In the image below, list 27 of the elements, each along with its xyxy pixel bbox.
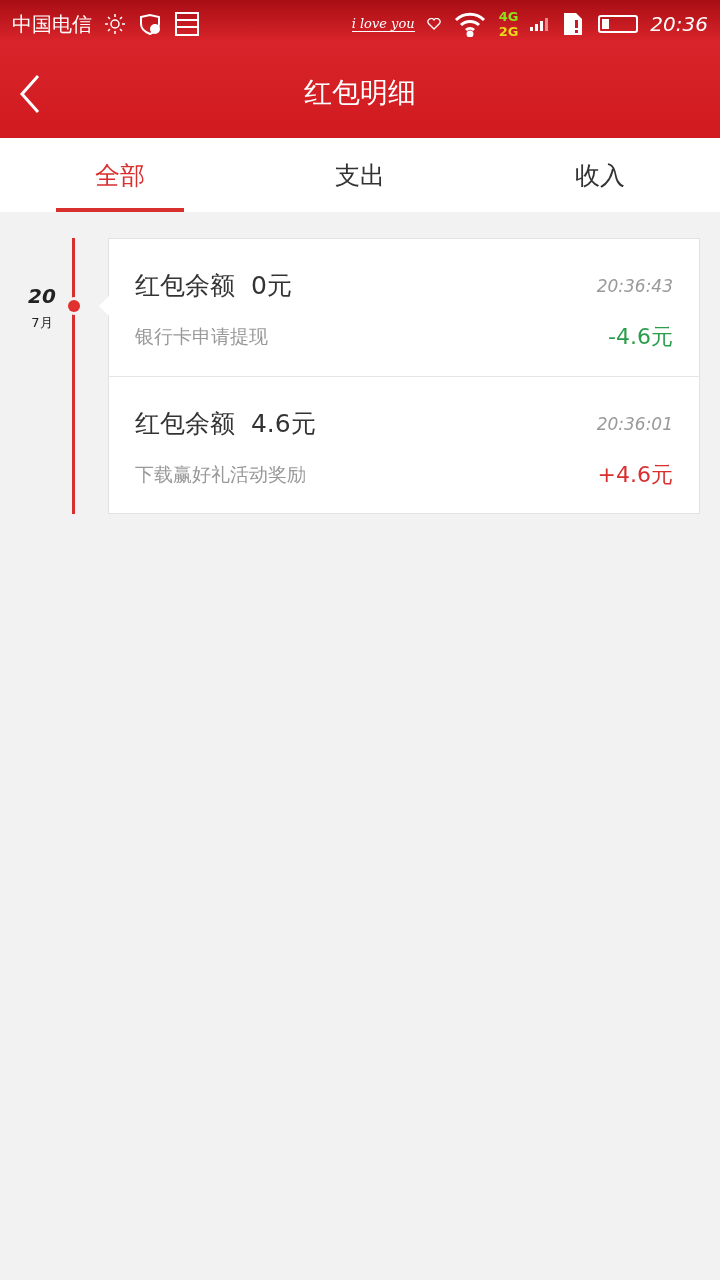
shield-icon	[138, 13, 162, 35]
record-amount: +4.6元	[597, 461, 673, 489]
page-title: 红包明细	[304, 75, 416, 111]
heart-icon	[426, 18, 441, 30]
record-amount: -4.6元	[608, 323, 673, 351]
network-type: 2G	[498, 24, 519, 39]
battery-icon	[598, 15, 639, 33]
filter-tab[interactable]: 收入	[480, 138, 720, 212]
record-description: 下载赢好礼活动奖励	[135, 462, 306, 487]
filter-tab[interactable]: 全部	[0, 138, 240, 212]
record-description: 银行卡申请提现	[135, 324, 268, 349]
timeline-dot	[68, 300, 80, 312]
carrier-name: 中国电信	[12, 10, 92, 38]
signal-icon	[530, 17, 551, 31]
record-time: 20:36:43	[596, 275, 673, 296]
filter-tab[interactable]: 支出	[240, 138, 480, 212]
clock-time: 20:36	[650, 12, 708, 36]
network-type: 4G	[498, 9, 519, 24]
server-icon	[174, 11, 200, 37]
day-number: 20	[28, 284, 56, 308]
sun-icon	[104, 13, 126, 35]
wifi-icon	[452, 11, 487, 37]
month-label: 7月	[31, 314, 53, 332]
balance-text: 红包余额 4.6元	[135, 408, 316, 440]
balance-text: 红包余额 0元	[135, 270, 292, 302]
signature-text: i love you	[351, 16, 415, 32]
record-time: 20:36:01	[596, 413, 673, 434]
